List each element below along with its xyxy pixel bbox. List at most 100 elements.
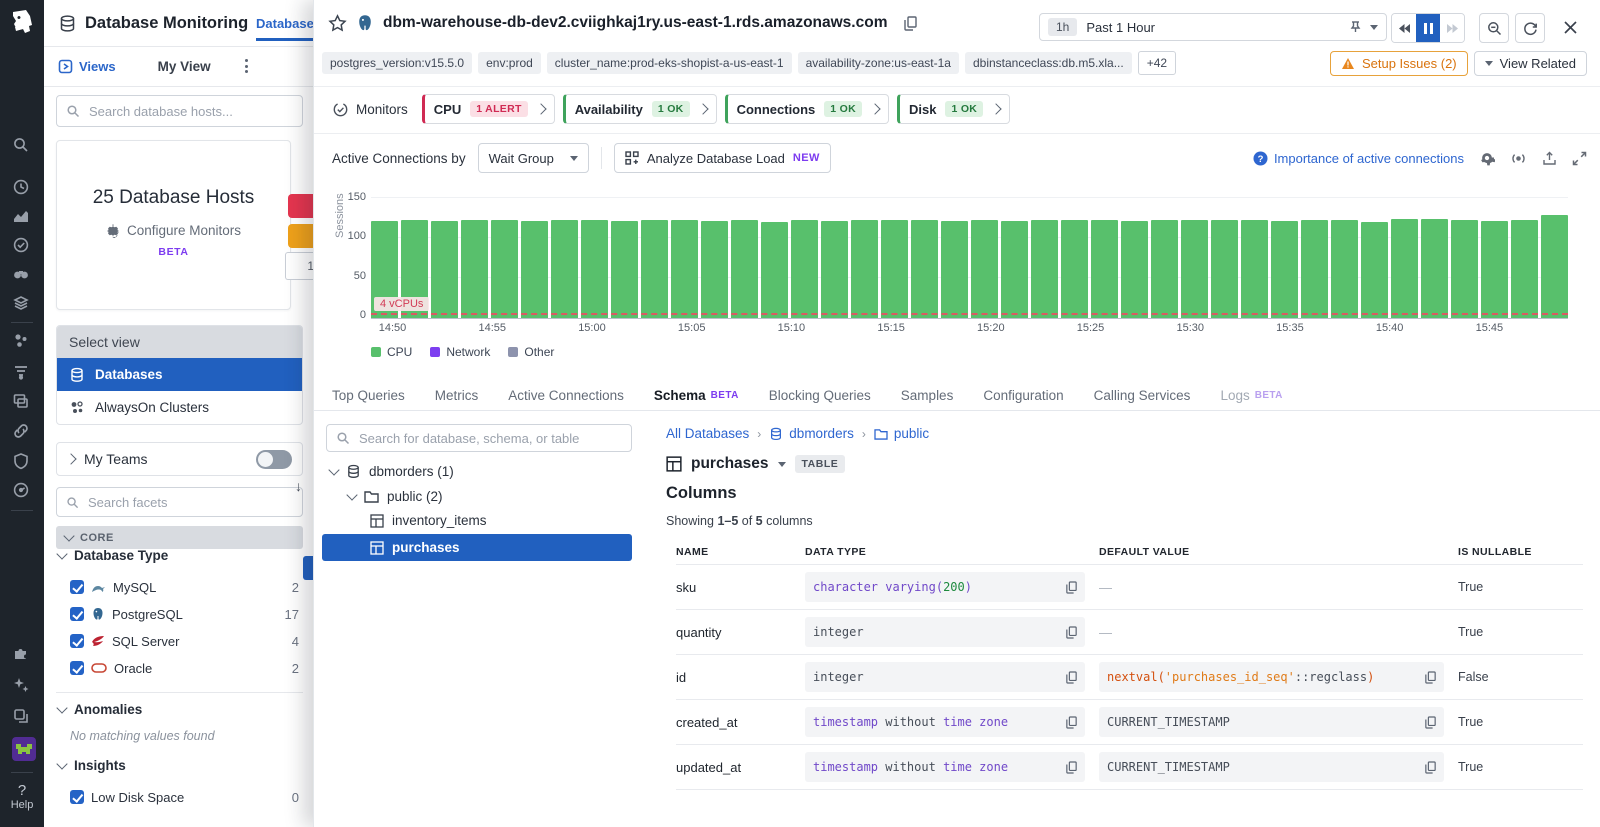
rum-screens-icon[interactable]: [12, 392, 32, 412]
facet-mysql[interactable]: MySQL 2: [70, 576, 299, 598]
tree-node-purchases-selected[interactable]: purchases: [322, 534, 632, 561]
apm-cluster-icon[interactable]: [12, 332, 32, 352]
tag-pill[interactable]: env:prod: [478, 52, 541, 74]
configure-monitors-button[interactable]: Configure Monitors: [57, 223, 290, 238]
copy-icon[interactable]: [1066, 671, 1077, 684]
checkbox-checked[interactable]: [70, 661, 84, 675]
sessions-chart-plot[interactable]: 4 vCPUs: [371, 197, 1568, 319]
tab-logs[interactable]: LogsBETA: [1220, 388, 1282, 403]
more-tags-pill[interactable]: +42: [1138, 51, 1176, 75]
watchdog-history-icon[interactable]: [12, 178, 32, 198]
tag-pill[interactable]: dbinstanceclass:db.m5.xla...: [965, 52, 1132, 74]
pin-icon[interactable]: [1349, 20, 1362, 34]
facet-postgresql[interactable]: PostgreSQL 17: [70, 603, 299, 625]
breadcrumb-schema[interactable]: public: [874, 426, 929, 441]
facet-database-type-header[interactable]: Database Type: [58, 548, 168, 563]
tab-metrics[interactable]: Metrics: [435, 388, 479, 403]
copy-icon[interactable]: [1425, 716, 1436, 729]
wait-group-select[interactable]: Wait Group: [478, 143, 589, 173]
tree-node-database[interactable]: dbmorders (1): [330, 464, 454, 479]
view-related-button[interactable]: View Related: [1474, 51, 1587, 76]
breadcrumb-database[interactable]: dbmorders: [769, 426, 854, 441]
caret-down-icon[interactable]: [778, 462, 786, 467]
tab-samples[interactable]: Samples: [901, 388, 954, 403]
copy-icon[interactable]: [1425, 671, 1436, 684]
monitor-card-cpu[interactable]: CPU 1 ALERT: [422, 94, 555, 124]
legend-item[interactable]: Other: [508, 345, 554, 359]
host-search[interactable]: [56, 95, 303, 127]
schema-search-input[interactable]: [357, 430, 622, 447]
user-avatar[interactable]: [12, 737, 32, 757]
tab-schema[interactable]: SchemaBETA: [654, 388, 739, 403]
analyze-database-load-button[interactable]: Analyze Database Load NEW: [614, 143, 831, 173]
checkbox-checked[interactable]: [70, 607, 84, 621]
copy-icon[interactable]: [1066, 761, 1077, 774]
core-group-header[interactable]: CORE: [56, 526, 303, 549]
time-range-picker[interactable]: 1h Past 1 Hour: [1039, 13, 1387, 41]
facet-low-disk-space[interactable]: Low Disk Space 0: [70, 786, 299, 808]
kebab-menu-icon[interactable]: [241, 55, 252, 77]
facet-search[interactable]: [56, 487, 303, 517]
monitor-card-disk[interactable]: Disk 1 OK: [897, 94, 1010, 124]
facet-oracle[interactable]: Oracle 2: [70, 657, 299, 679]
tree-node-schema[interactable]: public (2): [348, 489, 443, 504]
copy-icon[interactable]: [1066, 626, 1077, 639]
importance-link[interactable]: ? Importance of active connections: [1253, 151, 1464, 166]
tab-configuration[interactable]: Configuration: [983, 388, 1063, 403]
live-signal-icon[interactable]: [1510, 151, 1527, 166]
zoom-out-button[interactable]: [1479, 13, 1509, 43]
synthetics-icon[interactable]: [12, 481, 32, 501]
caret-down-icon[interactable]: [1370, 25, 1378, 30]
tab-active-connections[interactable]: Active Connections: [508, 388, 624, 403]
security-shield-icon[interactable]: [12, 452, 32, 472]
refresh-button[interactable]: [1515, 13, 1545, 43]
watchdog-icon[interactable]: [12, 265, 32, 285]
service-connections-icon[interactable]: [12, 422, 32, 442]
search-icon[interactable]: [12, 136, 32, 156]
metrics-icon[interactable]: [12, 207, 32, 227]
traces-filter-icon[interactable]: [12, 362, 32, 382]
workspaces-icon[interactable]: [12, 707, 32, 727]
bits-ai-sparkles-icon[interactable]: [12, 676, 32, 696]
close-panel-button[interactable]: [1556, 13, 1584, 41]
setup-issues-button[interactable]: Setup Issues (2): [1330, 51, 1468, 76]
views-button[interactable]: Views: [58, 59, 116, 74]
view-item-alwayson-clusters[interactable]: AlwaysOn Clusters: [57, 391, 302, 424]
copy-icon[interactable]: [1066, 581, 1077, 594]
checkbox-checked[interactable]: [70, 580, 84, 594]
facet-anomalies-header[interactable]: Anomalies: [58, 702, 142, 717]
my-view-label[interactable]: My View: [158, 59, 211, 74]
time-forward-button[interactable]: [1440, 14, 1464, 42]
monitor-card-connections[interactable]: Connections 1 OK: [725, 94, 889, 124]
monitors-icon[interactable]: [12, 236, 32, 256]
help-button[interactable]: ? Help: [0, 782, 44, 811]
facet-sql-server[interactable]: SQL Server 4: [70, 630, 299, 652]
datadog-logo-icon[interactable]: [7, 7, 37, 37]
time-back-button[interactable]: [1392, 14, 1416, 42]
chart-settings-gear-icon[interactable]: [1479, 150, 1495, 166]
notebooks-icon[interactable]: [12, 294, 32, 314]
copy-icon[interactable]: [1066, 716, 1077, 729]
legend-item[interactable]: CPU: [371, 345, 412, 359]
tree-node-inventory-items[interactable]: inventory_items: [370, 513, 487, 528]
fullscreen-icon[interactable]: [1572, 151, 1587, 166]
copy-icon[interactable]: [904, 16, 917, 31]
view-item-databases[interactable]: Databases: [57, 358, 302, 391]
breadcrumb-all-databases[interactable]: All Databases: [666, 426, 749, 441]
time-pause-button[interactable]: [1416, 14, 1440, 42]
tag-pill[interactable]: availability-zone:us-east-1a: [798, 52, 959, 74]
tab-calling-services[interactable]: Calling Services: [1094, 388, 1191, 403]
facet-search-input[interactable]: [86, 494, 293, 511]
integrations-puzzle-icon[interactable]: [12, 644, 32, 664]
checkbox-checked[interactable]: [70, 790, 84, 804]
favorite-star-icon[interactable]: [328, 14, 347, 33]
export-icon[interactable]: [1542, 151, 1557, 166]
schema-search[interactable]: [326, 424, 632, 452]
host-search-input[interactable]: [87, 103, 293, 120]
facet-insights-header[interactable]: Insights: [58, 758, 126, 773]
tag-pill[interactable]: cluster_name:prod-eks-shopist-a-us-east-…: [547, 52, 792, 74]
monitor-card-availability[interactable]: Availability 1 OK: [563, 94, 717, 124]
my-teams-toggle-row[interactable]: My Teams: [56, 442, 303, 476]
tab-blocking-queries[interactable]: Blocking Queries: [769, 388, 871, 403]
tab-top-queries[interactable]: Top Queries: [332, 388, 405, 403]
